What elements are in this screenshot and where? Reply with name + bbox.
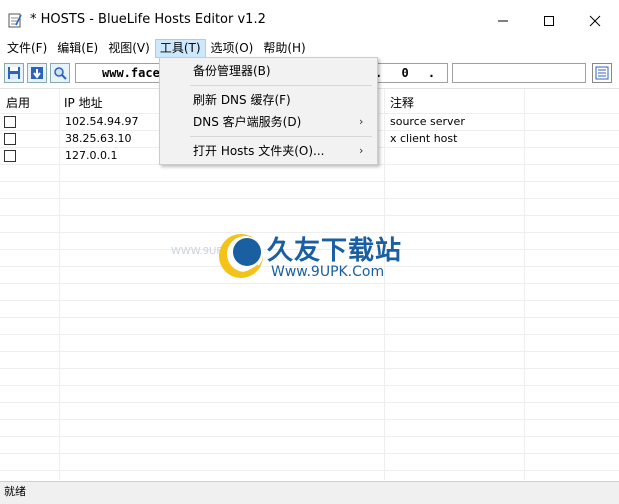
enable-checkbox[interactable] [4,116,16,128]
enable-checkbox[interactable] [4,133,16,145]
grid-lines [0,113,619,480]
title-bar: * HOSTS - BlueLife Hosts Editor v1.2 [0,0,619,40]
download-button[interactable] [27,63,47,83]
menu-separator [190,85,372,86]
menu-view[interactable]: 视图(V) [103,39,155,58]
window-title: * HOSTS - BlueLife Hosts Editor v1.2 [30,12,266,27]
comment-cell: x client host [390,132,458,145]
grid-line [0,317,619,318]
tools-menu: 备份管理器(B) 刷新 DNS 缓存(F) DNS 客户端服务(D) › 打开 … [159,57,378,165]
grid-line [0,351,619,352]
menu-item-backup-manager[interactable]: 备份管理器(B) [160,60,377,82]
minimize-icon [498,20,508,22]
minimize-button[interactable] [480,6,526,36]
watermark-url: Www.9UPK.Com [271,264,385,280]
column-header-enabled[interactable]: 启用 [6,94,30,111]
grid-line [0,419,619,420]
grid-line [0,300,619,301]
search-button[interactable] [50,63,70,83]
menu-help[interactable]: 帮助(H) [258,39,310,58]
comment-cell: source server [390,115,465,128]
menu-item-label: 备份管理器(B) [193,64,271,78]
column-header-ip[interactable]: IP 地址 [64,94,103,111]
grid-line [0,453,619,454]
column-header-comment[interactable]: 注释 [390,94,414,111]
menu-options[interactable]: 选项(O) [206,39,259,58]
menu-item-label: DNS 客户端服务(D) [193,115,302,129]
maximize-button[interactable] [526,6,572,36]
list-view-button[interactable] [592,63,612,83]
menu-item-label: 打开 Hosts 文件夹(O)... [193,144,325,158]
ip-cell: 102.54.94.97 [65,115,139,128]
save-button[interactable] [4,63,24,83]
close-icon [589,15,601,27]
menu-edit[interactable]: 编辑(E) [52,39,103,58]
menu-item-label: 刷新 DNS 缓存(F) [193,93,291,107]
menu-separator [190,136,372,137]
grid-line [0,368,619,369]
menu-tools[interactable]: 工具(T) [154,38,206,58]
watermark: WWW.9UPK.COM 久友下载站 Www.9UPK.Com [171,230,415,290]
notepad-icon [8,13,22,28]
comment-input[interactable] [452,63,586,83]
search-icon [54,67,67,80]
menu-file[interactable]: 文件(F) [2,39,52,58]
arrow-down-icon [31,67,43,79]
menu-item-dns-client-service[interactable]: DNS 客户端服务(D) › [160,111,377,133]
grid-line [0,198,619,199]
close-button[interactable] [572,6,618,36]
watermark-logo-icon [219,234,263,278]
grid-line [0,181,619,182]
chevron-right-icon: › [359,144,364,157]
status-text: 就绪 [4,485,26,498]
status-bar: 就绪 [0,481,619,504]
menu-item-flush-dns[interactable]: 刷新 DNS 缓存(F) [160,89,377,111]
menu-bar: 文件(F) 编辑(E) 视图(V) 工具(T) 选项(O) 帮助(H) [0,38,619,58]
list-icon [595,66,609,80]
ip-address-input[interactable]: . 0 . 1 [370,63,448,83]
grid-line [0,385,619,386]
grid-line [0,470,619,471]
grid-line [0,402,619,403]
chevron-right-icon: › [359,115,364,128]
watermark-brand: 久友下载站 [267,236,403,266]
menu-item-open-hosts-folder[interactable]: 打开 Hosts 文件夹(O)... › [160,140,377,162]
enable-checkbox[interactable] [4,150,16,162]
ip-cell: 127.0.0.1 [65,149,118,162]
grid-line [0,334,619,335]
save-icon [8,67,20,79]
hostname-input[interactable]: www.facel [75,63,167,83]
ip-cell: 38.25.63.10 [65,132,132,145]
grid-line [0,215,619,216]
grid-line [0,436,619,437]
maximize-icon [544,16,554,26]
